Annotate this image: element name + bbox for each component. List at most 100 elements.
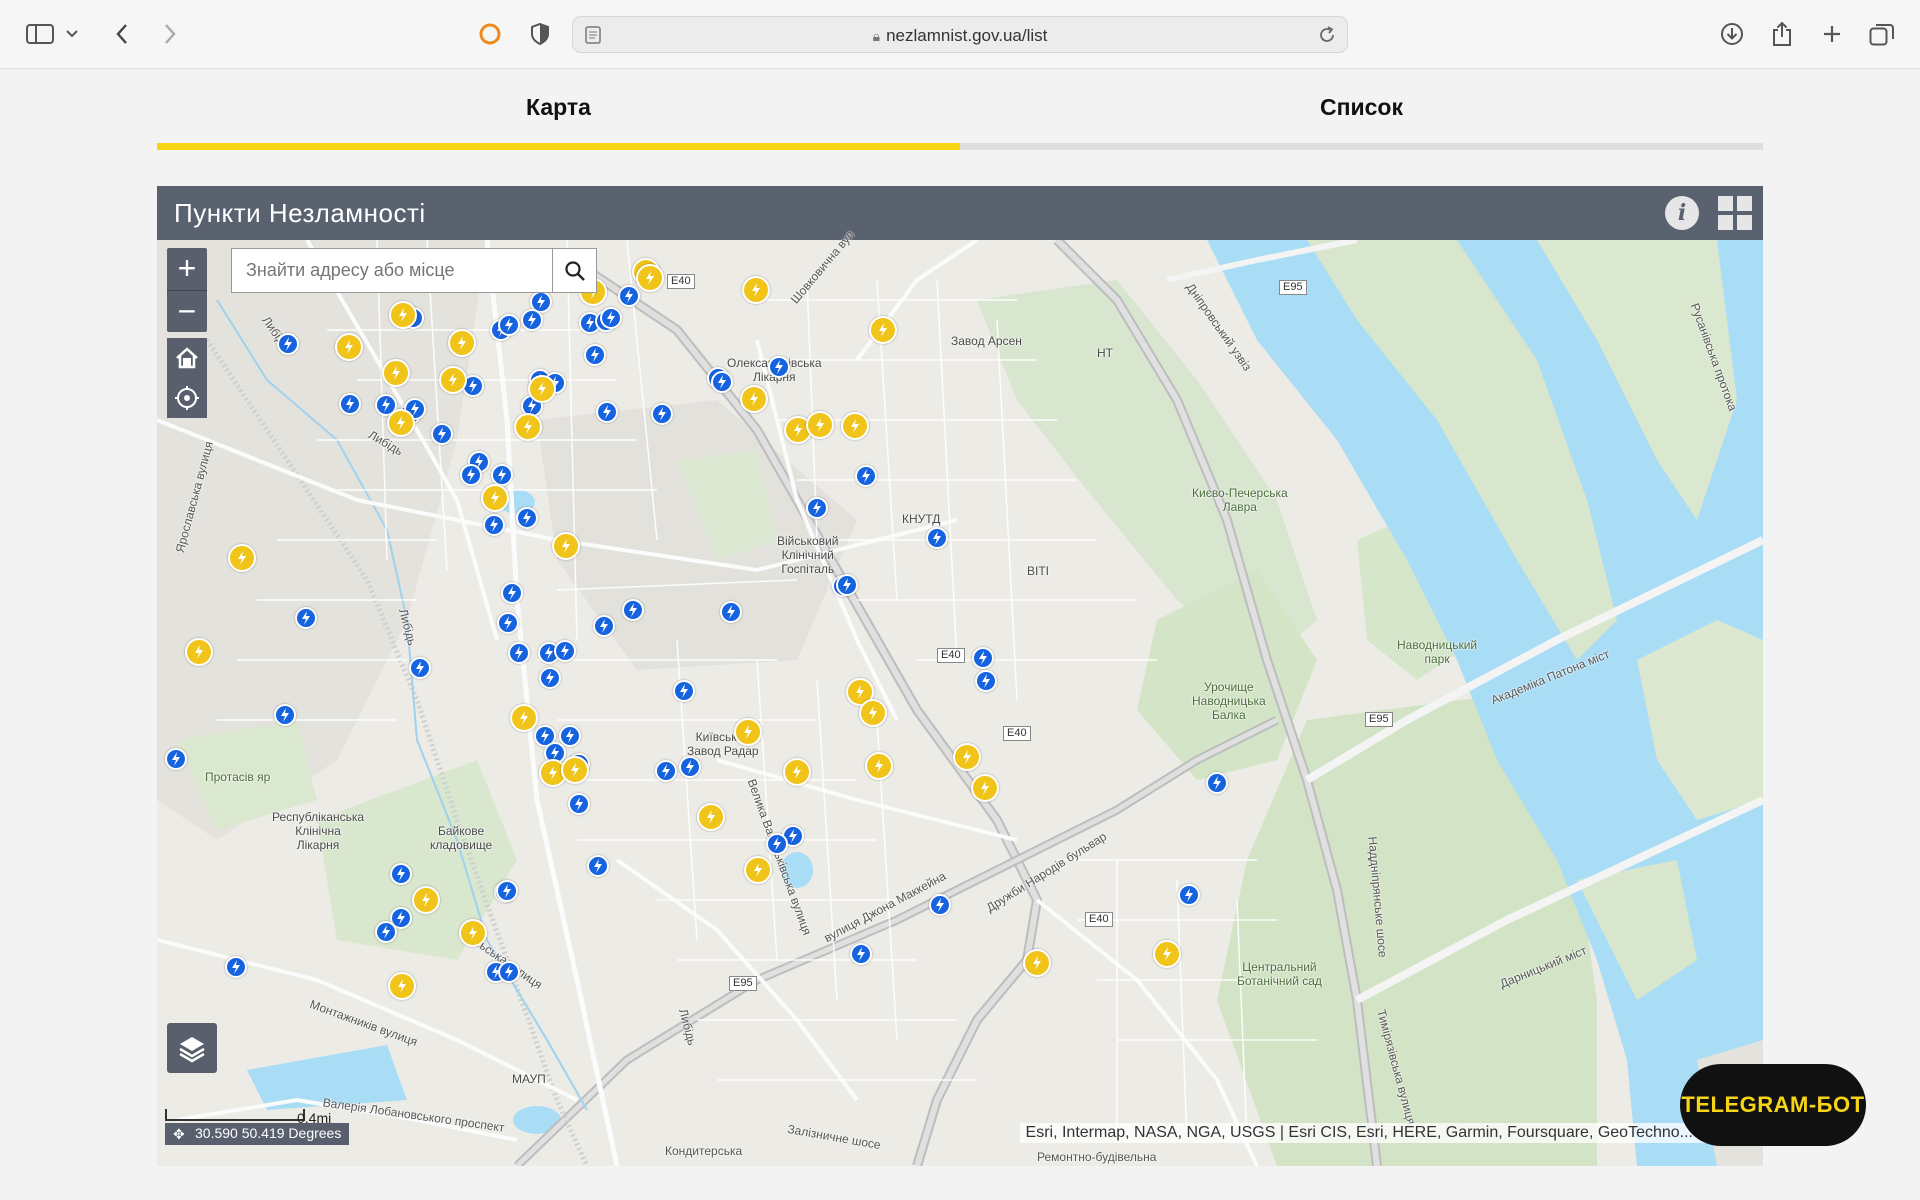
extension-circle-icon[interactable] <box>474 18 506 50</box>
poi-marker-blue[interactable] <box>483 514 505 536</box>
poi-marker-blue[interactable] <box>600 307 622 329</box>
tab-list[interactable]: Список <box>960 94 1763 121</box>
poi-marker-yellow[interactable] <box>228 544 256 572</box>
poi-marker-blue[interactable] <box>390 863 412 885</box>
info-icon[interactable]: i <box>1665 196 1699 230</box>
poi-marker-blue[interactable] <box>850 943 872 965</box>
poi-marker-blue[interactable] <box>593 615 615 637</box>
poi-marker-blue[interactable] <box>498 961 520 983</box>
poi-marker-yellow[interactable] <box>697 803 725 831</box>
poi-marker-yellow[interactable] <box>439 366 467 394</box>
poi-marker-blue[interactable] <box>521 309 543 331</box>
poi-marker-yellow[interactable] <box>561 756 589 784</box>
poi-marker-yellow[interactable] <box>382 359 410 387</box>
poi-marker-yellow[interactable] <box>185 638 213 666</box>
telegram-bot-button[interactable]: TELEGRAM-БОТ <box>1680 1064 1866 1146</box>
search-button[interactable] <box>552 249 596 292</box>
poi-marker-yellow[interactable] <box>783 758 811 786</box>
forward-icon[interactable] <box>154 18 186 50</box>
coordinate-readout[interactable]: ✥ 30.590 50.419 Degrees <box>165 1123 350 1145</box>
poi-marker-blue[interactable] <box>929 894 951 916</box>
poi-marker-blue[interactable] <box>651 403 673 425</box>
poi-marker-blue[interactable] <box>339 393 361 415</box>
poi-marker-yellow[interactable] <box>971 774 999 802</box>
poi-marker-yellow[interactable] <box>869 316 897 344</box>
zoom-in-button[interactable]: + <box>167 248 207 290</box>
poi-marker-blue[interactable] <box>679 756 701 778</box>
poi-marker-blue[interactable] <box>460 464 482 486</box>
grid-menu-icon[interactable] <box>1718 196 1752 230</box>
poi-marker-yellow[interactable] <box>412 886 440 914</box>
poi-marker-blue[interactable] <box>491 464 513 486</box>
poi-marker-blue[interactable] <box>596 401 618 423</box>
poi-marker-blue[interactable] <box>498 314 520 336</box>
poi-marker-yellow[interactable] <box>481 484 509 512</box>
poi-marker-blue[interactable] <box>277 333 299 355</box>
poi-marker-yellow[interactable] <box>953 743 981 771</box>
poi-marker-yellow[interactable] <box>388 972 416 1000</box>
download-icon[interactable] <box>1716 18 1748 50</box>
poi-marker-blue[interactable] <box>618 285 640 307</box>
zoom-out-button[interactable]: − <box>167 290 207 332</box>
shield-icon[interactable] <box>524 18 556 50</box>
poi-marker-blue[interactable] <box>508 642 530 664</box>
poi-marker-yellow[interactable] <box>387 409 415 437</box>
poi-marker-blue[interactable] <box>539 667 561 689</box>
poi-marker-blue[interactable] <box>972 647 994 669</box>
poi-marker-yellow[interactable] <box>552 532 580 560</box>
poi-marker-yellow[interactable] <box>528 375 556 403</box>
poi-marker-blue[interactable] <box>836 574 858 596</box>
share-icon[interactable] <box>1766 18 1798 50</box>
tabs-overview-icon[interactable] <box>1866 18 1898 50</box>
poi-marker-blue[interactable] <box>655 760 677 782</box>
poi-marker-blue[interactable] <box>375 921 397 943</box>
poi-marker-yellow[interactable] <box>1153 940 1181 968</box>
poi-marker-blue[interactable] <box>622 599 644 621</box>
new-tab-icon[interactable] <box>1816 18 1848 50</box>
poi-marker-blue[interactable] <box>295 607 317 629</box>
poi-marker-blue[interactable] <box>554 640 576 662</box>
poi-marker-yellow[interactable] <box>841 412 869 440</box>
poi-marker-yellow[interactable] <box>514 413 542 441</box>
poi-marker-yellow[interactable] <box>740 385 768 413</box>
poi-marker-yellow[interactable] <box>448 329 476 357</box>
poi-marker-blue[interactable] <box>274 704 296 726</box>
tab-map[interactable]: Карта <box>157 94 960 121</box>
poi-marker-yellow[interactable] <box>335 333 363 361</box>
poi-marker-yellow[interactable] <box>389 301 417 329</box>
home-button[interactable] <box>167 338 207 378</box>
poi-marker-yellow[interactable] <box>859 699 887 727</box>
poi-marker-blue[interactable] <box>975 670 997 692</box>
sidebar-icon[interactable] <box>24 18 56 50</box>
poi-marker-blue[interactable] <box>165 748 187 770</box>
back-icon[interactable] <box>106 18 138 50</box>
poi-marker-yellow[interactable] <box>1023 949 1051 977</box>
poi-marker-yellow[interactable] <box>510 704 538 732</box>
poi-marker-blue[interactable] <box>431 423 453 445</box>
poi-marker-blue[interactable] <box>926 527 948 549</box>
poi-marker-blue[interactable] <box>516 507 538 529</box>
address-bar[interactable]: 🔒︎ nezlamnist.gov.ua/list <box>572 16 1348 53</box>
poi-marker-yellow[interactable] <box>744 856 772 884</box>
map-canvas[interactable]: Олександрівська Лікарня Завод Арсен НТ К… <box>157 228 1763 1166</box>
poi-marker-blue[interactable] <box>496 880 518 902</box>
search-input[interactable] <box>232 249 552 292</box>
poi-marker-yellow[interactable] <box>806 411 834 439</box>
poi-marker-yellow[interactable] <box>734 718 762 746</box>
poi-marker-blue[interactable] <box>673 680 695 702</box>
poi-marker-blue[interactable] <box>409 657 431 679</box>
poi-marker-blue[interactable] <box>768 356 790 378</box>
poi-marker-blue[interactable] <box>711 371 733 393</box>
poi-marker-blue[interactable] <box>568 793 590 815</box>
poi-marker-blue[interactable] <box>806 497 828 519</box>
locate-button[interactable] <box>167 378 207 418</box>
poi-marker-blue[interactable] <box>1178 884 1200 906</box>
poi-marker-yellow[interactable] <box>742 276 770 304</box>
layers-button[interactable] <box>167 1023 217 1073</box>
poi-marker-yellow[interactable] <box>636 264 664 292</box>
poi-marker-blue[interactable] <box>497 612 519 634</box>
poi-marker-blue[interactable] <box>587 855 609 877</box>
poi-marker-blue[interactable] <box>501 582 523 604</box>
poi-marker-yellow[interactable] <box>865 752 893 780</box>
poi-marker-blue[interactable] <box>855 465 877 487</box>
